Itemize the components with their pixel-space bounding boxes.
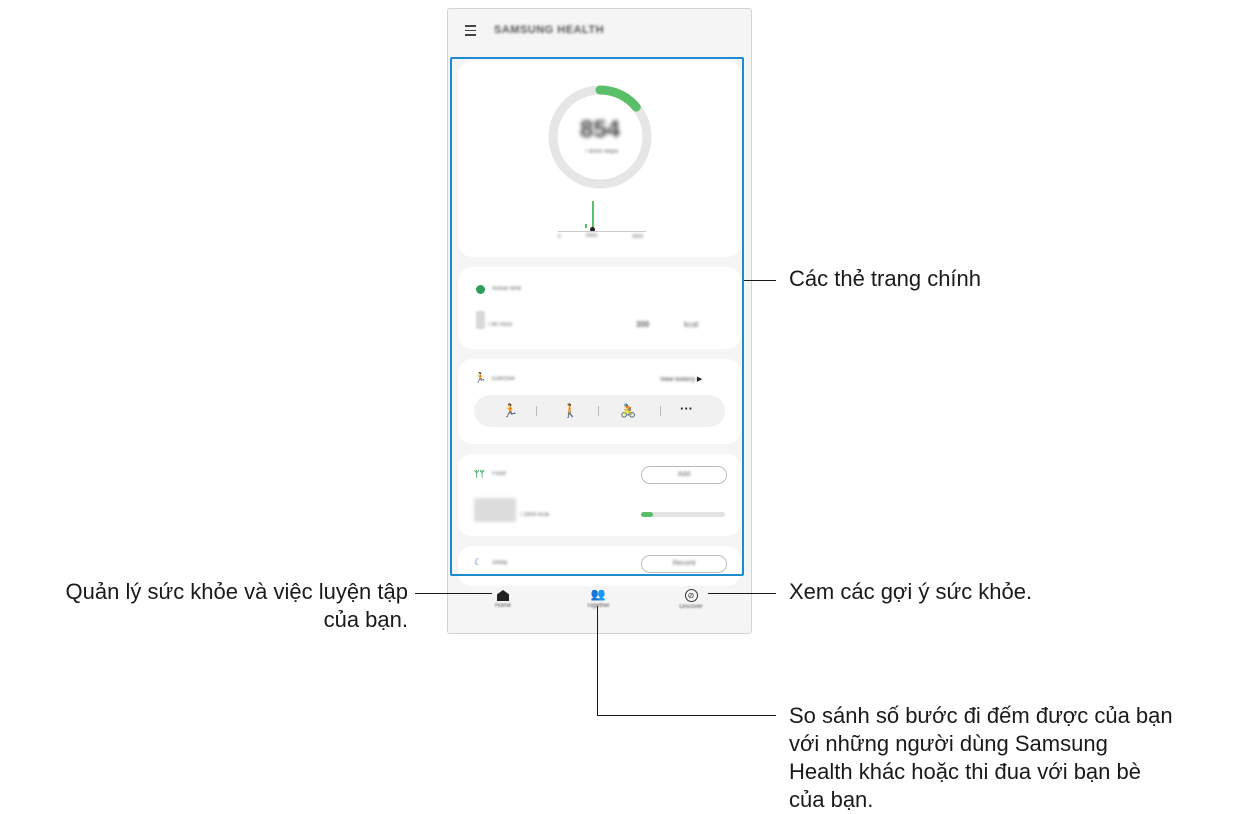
callout-line-discover (708, 593, 776, 594)
nav-home-label: Home (494, 603, 511, 609)
callout-line-home (415, 593, 492, 594)
main-cards-highlight (450, 57, 744, 576)
nav-together-label: Together (568, 603, 628, 609)
callout-together-line1: So sánh số bước đi đếm được của bạn (789, 703, 1173, 728)
app-title: SAMSUNG HEALTH (494, 24, 605, 36)
callout-home: Quản lý sức khỏe và việc luyện tập của b… (0, 578, 408, 634)
callout-home-line2: của bạn. (323, 607, 408, 632)
bottom-navigation: Home 👥 Together ⊘ Discover (448, 587, 751, 633)
callout-together: So sánh số bước đi đếm được của bạn với … (789, 702, 1173, 814)
callout-line-main-cards (744, 280, 776, 281)
callout-line-together-v (597, 606, 598, 716)
callout-discover: Xem các gợi ý sức khỏe. (789, 579, 1033, 604)
callout-together-line3: Health khác hoặc thi đua với bạn bè (789, 759, 1141, 784)
callout-together-line4: của bạn. (789, 787, 874, 812)
menu-icon[interactable] (465, 25, 476, 36)
callout-together-line2: với những người dùng Samsung (789, 731, 1108, 756)
compass-icon: ⊘ (684, 589, 698, 602)
nav-home[interactable]: Home (473, 587, 533, 609)
top-app-bar: SAMSUNG HEALTH (448, 9, 751, 53)
callout-home-line1: Quản lý sức khỏe và việc luyện tập (65, 579, 408, 604)
home-icon (497, 590, 509, 601)
nav-discover[interactable]: ⊘ Discover (661, 587, 721, 610)
callout-line-together-h (597, 715, 776, 716)
nav-together[interactable]: 👥 Together (568, 587, 628, 609)
nav-discover-label: Discover (679, 604, 703, 610)
callout-main-cards: Các thẻ trang chính (789, 266, 982, 291)
people-icon: 👥 (590, 587, 606, 601)
